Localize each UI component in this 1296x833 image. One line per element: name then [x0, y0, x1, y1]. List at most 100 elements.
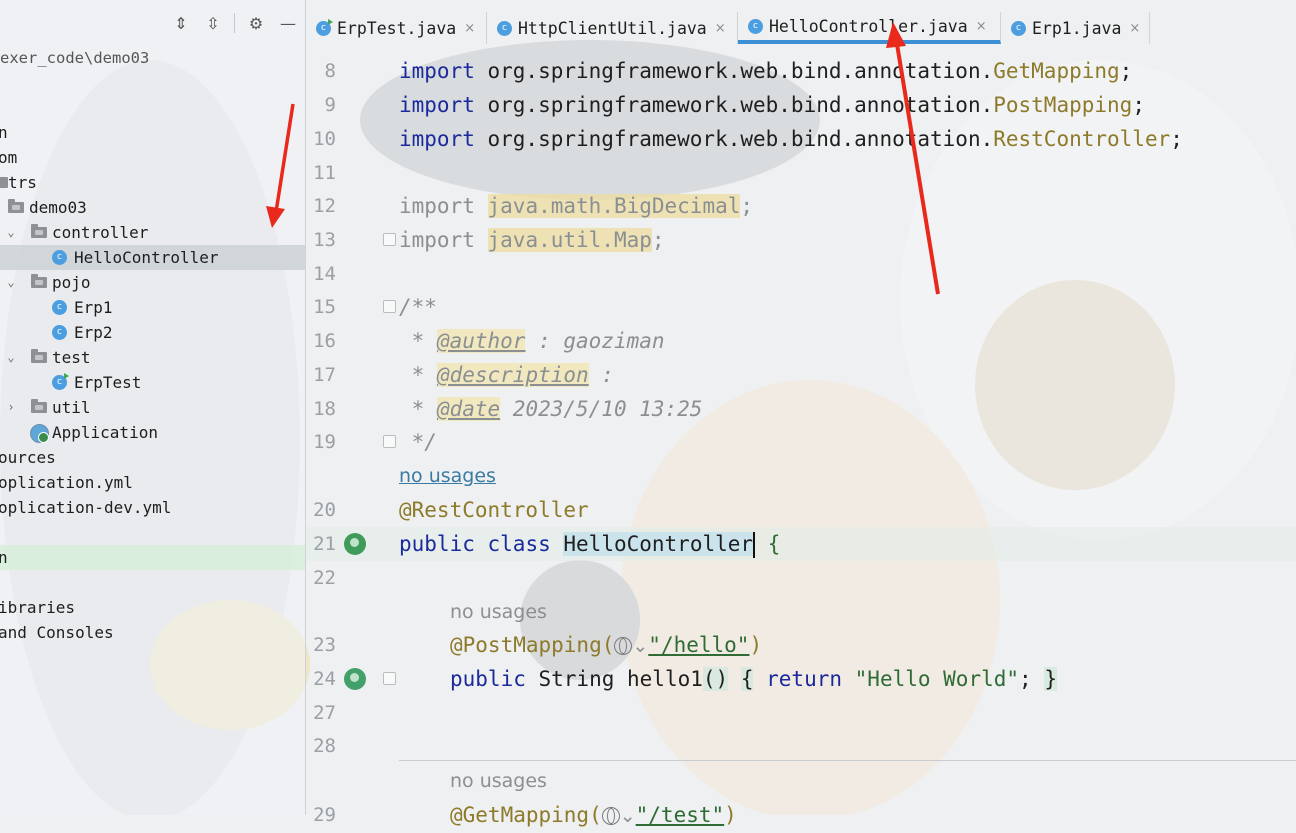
package-icon: [31, 349, 47, 363]
tree-item-label: ErpTest: [74, 373, 142, 392]
tree-item-application-yml[interactable]: oplication.yml: [0, 470, 305, 495]
usages-hint[interactable]: no usages: [450, 764, 547, 798]
tree-item-scratches[interactable]: and Consoles: [0, 620, 305, 645]
test-class-icon: c: [316, 18, 333, 36]
chevron-right-icon[interactable]: ›: [4, 395, 18, 420]
code-line-27: 27: [306, 696, 1296, 730]
class-icon: c: [748, 18, 763, 34]
code-line-8: 8 import org.springframework.web.bind.an…: [306, 54, 1296, 88]
tree-item[interactable]: [0, 520, 305, 545]
line-number: 17: [313, 364, 336, 386]
code-line-10: 10 import org.springframework.web.bind.a…: [306, 122, 1296, 156]
class-icon: c: [52, 300, 67, 315]
project-root-path: exer_code\demo03: [0, 49, 150, 67]
line-number: 20: [313, 499, 336, 521]
test-class-icon: c: [52, 373, 69, 390]
code-line-13: 13 import java.util.Map;: [306, 223, 1296, 257]
class-icon: c: [497, 20, 512, 36]
chevron-down-icon[interactable]: ⌄: [4, 345, 18, 370]
tree-item[interactable]: n: [0, 545, 305, 570]
code-line-9: 9 import org.springframework.web.bind.an…: [306, 88, 1296, 122]
fold-marker[interactable]: [383, 233, 396, 246]
code-line-11: 11: [306, 156, 1296, 190]
code-line-19: 19 */: [306, 425, 1296, 459]
collapse-all-icon[interactable]: ⇳: [202, 12, 224, 34]
code-line-28: 28: [306, 729, 1296, 763]
tab-erptest[interactable]: c ErpTest.java ×: [306, 12, 487, 44]
code-editor[interactable]: 8 import org.springframework.web.bind.an…: [306, 44, 1296, 827]
tree-item-label: Erp1: [74, 298, 113, 317]
close-icon[interactable]: ×: [976, 19, 987, 34]
expand-all-icon[interactable]: ⇕: [170, 12, 192, 34]
tree-item-erp2[interactable]: c Erp2: [0, 320, 305, 345]
line-number: 14: [313, 263, 336, 285]
tree-item[interactable]: om: [0, 145, 305, 170]
code-text: import org.springframework.web.bind.anno…: [399, 93, 1145, 117]
tree-item-controller[interactable]: ⌄ controller: [0, 220, 305, 245]
tree-item-resources[interactable]: ources: [0, 445, 305, 470]
fold-marker[interactable]: [383, 300, 396, 313]
line-number: 10: [313, 128, 336, 150]
fold-marker[interactable]: [383, 672, 396, 685]
tab-hellocontroller[interactable]: c HelloController.java ×: [738, 12, 1001, 44]
chevron-down-icon[interactable]: ⌄: [4, 270, 18, 295]
tree-item-label: demo03: [29, 198, 87, 217]
tree-item-label: ources: [0, 448, 56, 467]
tree-item-label: ibraries: [0, 598, 76, 617]
tab-httpclientutil[interactable]: c HttpClientUtil.java ×: [487, 12, 738, 44]
line-number: 11: [313, 162, 336, 184]
code-text: @GetMapping(⌄"/test"): [450, 803, 737, 827]
code-line-16: 16 * @author : gaoziman: [306, 324, 1296, 358]
project-tool-window: ⇕ ⇳ ⚙ — exer_code\demo03 n om trs demo03…: [0, 0, 306, 815]
tree-item-erptest[interactable]: c ErpTest: [0, 370, 305, 395]
package-icon: [31, 399, 47, 413]
spring-bean-icon[interactable]: [344, 533, 366, 555]
line-number: 8: [324, 60, 336, 82]
gear-icon[interactable]: ⚙: [245, 12, 267, 34]
chevron-down-icon: ⌄: [632, 635, 649, 657]
tree-item-application-dev-yml[interactable]: oplication-dev.yml: [0, 495, 305, 520]
line-number: 29: [313, 804, 336, 826]
tree-item-label: and Consoles: [0, 623, 114, 642]
code-text: import org.springframework.web.bind.anno…: [399, 59, 1133, 83]
tree-item-trs[interactable]: trs: [0, 170, 305, 195]
tree-item[interactable]: n: [0, 120, 305, 145]
line-number: 19: [313, 431, 336, 453]
tree-item-util[interactable]: › util: [0, 395, 305, 420]
tab-erp1[interactable]: c Erp1.java ×: [1001, 12, 1150, 44]
fold-marker[interactable]: [383, 435, 396, 448]
tree-item-label: Application: [52, 423, 158, 442]
tree-item-label: trs: [8, 173, 37, 192]
web-endpoint-icon[interactable]: [344, 668, 366, 690]
tab-label: HttpClientUtil.java: [518, 18, 707, 38]
close-icon[interactable]: ×: [715, 21, 726, 36]
minimize-icon[interactable]: —: [277, 12, 299, 34]
tree-item-application[interactable]: Application: [0, 420, 305, 445]
globe-icon[interactable]: [601, 807, 620, 825]
tree-item-label: pojo: [52, 273, 91, 292]
line-number: 15: [313, 296, 336, 318]
tree-item-hellocontroller[interactable]: c HelloController: [0, 245, 305, 270]
usages-hint-row: no usages: [306, 764, 1296, 798]
chevron-down-icon[interactable]: ⌄: [4, 220, 18, 245]
code-line-24: 24 public String hello1() { return "Hell…: [306, 662, 1296, 696]
toolbar-separator: [234, 13, 235, 33]
tree-item-erp1[interactable]: c Erp1: [0, 295, 305, 320]
globe-icon[interactable]: [614, 637, 633, 655]
tab-label: ErpTest.java: [337, 18, 457, 38]
tree-item-test[interactable]: ⌄ test: [0, 345, 305, 370]
code-line-12: 12 import java.math.BigDecimal;: [306, 189, 1296, 223]
tree-item-pojo[interactable]: ⌄ pojo: [0, 270, 305, 295]
close-icon[interactable]: ×: [1129, 21, 1140, 36]
line-number: 21: [313, 533, 336, 555]
package-icon: [31, 274, 47, 288]
close-icon[interactable]: ×: [464, 21, 475, 36]
usages-hint[interactable]: no usages: [450, 595, 547, 629]
code-line-18: 18 * @date 2023/5/10 13:25: [306, 392, 1296, 426]
tree-item[interactable]: [0, 570, 305, 595]
tree-item-demo03[interactable]: demo03: [0, 195, 305, 220]
usages-hint-link[interactable]: no usages: [399, 459, 496, 493]
tree-item-external-libraries[interactable]: ibraries: [0, 595, 305, 620]
code-text: /**: [399, 295, 437, 319]
method-separator: [399, 760, 1296, 761]
